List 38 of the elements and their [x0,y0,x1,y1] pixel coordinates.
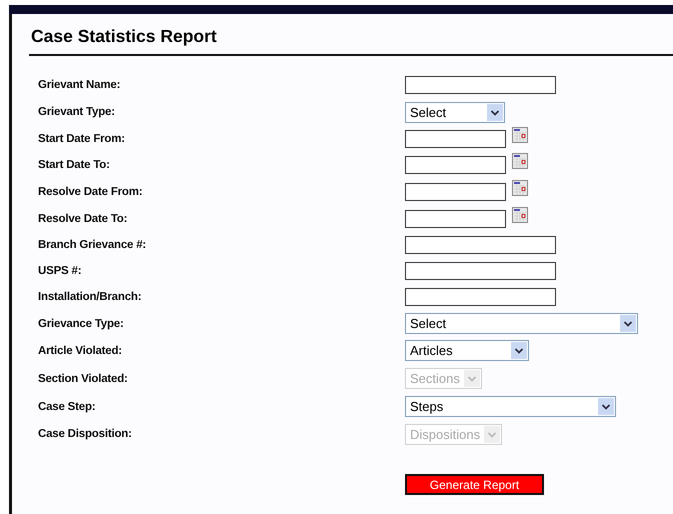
input-field[interactable] [405,76,556,94]
dropdown[interactable]: Select [405,313,638,334]
field-label: Start Date To: [37,159,111,171]
date-field[interactable] [405,210,506,228]
input-field[interactable] [405,262,556,280]
chevron-icon [620,315,636,332]
chevron-icon [464,370,480,387]
chevron-icon [484,426,500,442]
input-field[interactable] [405,236,556,254]
calendar-icon[interactable] [512,206,528,222]
field-label: Article Violated: [37,344,123,356]
field-label: Start Date From: [37,133,126,145]
report-title: Case Statistics Report [30,25,218,48]
chevron-icon [598,398,614,415]
generate-report-button[interactable]: Generate Report [405,474,544,495]
chevron-icon [487,104,503,120]
field-label: Installation/Branch: [37,291,142,303]
field-label: Branch Grievance #: [37,239,148,251]
field-label: Section Violated: [37,372,129,384]
input-field[interactable] [405,288,556,306]
field-label: Case Disposition: [37,428,133,440]
chevron-icon [511,342,527,359]
field-label: Grievance Type: [37,318,125,330]
calendar-icon[interactable] [512,153,528,169]
field-label: Grievant Type: [37,106,116,118]
date-field[interactable] [405,182,506,200]
field-label: Case Step: [37,400,96,412]
dropdown[interactable]: Select [405,102,505,122]
field-label: Grievant Name: [37,79,122,91]
field-label: USPS #: [37,265,82,277]
calendar-icon[interactable] [512,127,528,143]
calendar-icon[interactable] [512,180,528,196]
date-field[interactable] [405,130,506,148]
date-field[interactable] [405,156,506,174]
dropdown[interactable]: Steps [405,396,616,417]
field-label: Resolve Date From: [37,186,144,198]
dropdown[interactable]: Articles [405,340,529,361]
field-label: Resolve Date To: [37,212,128,224]
